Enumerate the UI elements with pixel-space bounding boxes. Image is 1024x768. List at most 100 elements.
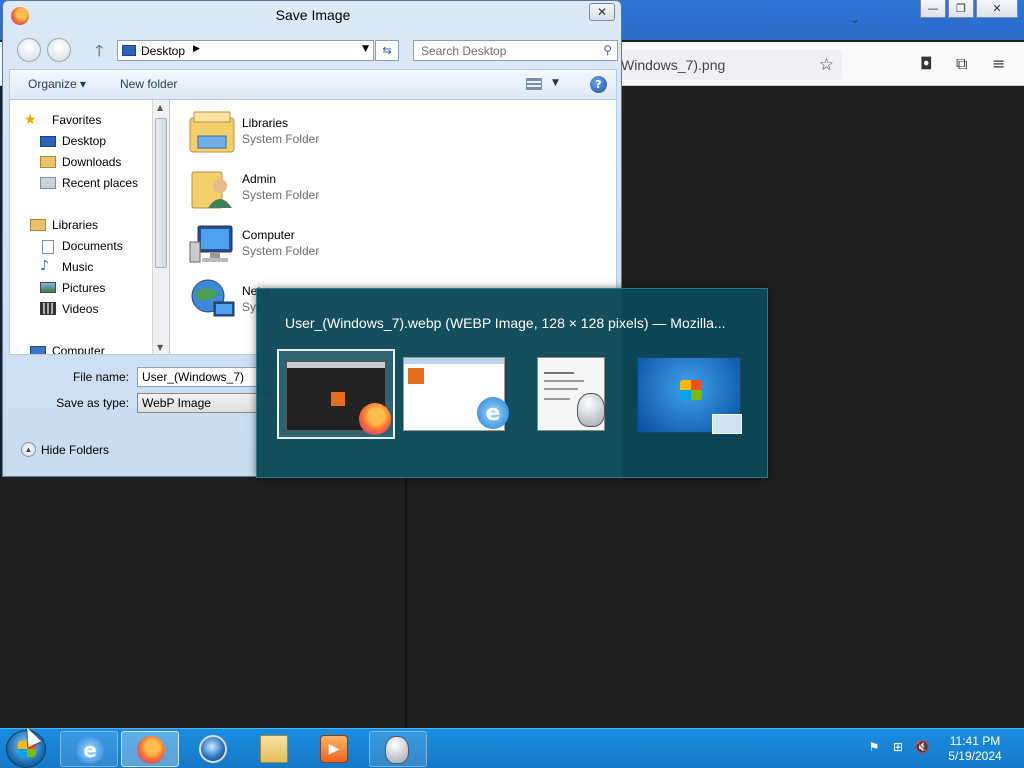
clock-date: 5/19/2024 [948, 749, 1002, 763]
thumbnail-window-title: User_(Windows_7).webp (WEBP Image, 128 ×… [285, 315, 726, 331]
action-center-flag-icon[interactable]: ⚑ [866, 739, 882, 755]
close-button[interactable]: ✕ [976, 0, 1018, 18]
file-type: System Folder [242, 132, 320, 146]
nav-scrollbar[interactable]: ▲ ▼ [152, 100, 169, 354]
scroll-down-icon[interactable]: ▼ [157, 343, 163, 352]
view-options-icon[interactable] [526, 78, 542, 90]
network-icon[interactable]: ⊞ [890, 739, 906, 755]
taskbar-file-explorer[interactable] [245, 731, 303, 767]
maximize-button[interactable]: ❐ [948, 0, 974, 18]
file-item-libraries[interactable]: Libraries System Folder [188, 108, 408, 158]
navigation-pane: ★ Favorites Desktop Downloads Recent pla… [9, 99, 169, 355]
pictures-icon [40, 282, 56, 293]
save-as-type-label: Save as type: [56, 396, 129, 410]
music-icon: ♪ [40, 258, 49, 274]
firefox-icon [137, 736, 165, 764]
minimize-button[interactable]: — [920, 0, 946, 18]
nav-item-pictures[interactable]: Pictures [62, 281, 105, 295]
nav-item-recent-places[interactable]: Recent places [62, 176, 138, 190]
file-item-admin[interactable]: Admin System Folder [188, 164, 408, 214]
file-type: System Folder [242, 188, 320, 202]
scroll-thumb[interactable] [155, 118, 167, 268]
system-tray: ⚑ ⊞ 🔇 [866, 739, 930, 755]
nav-item-desktop[interactable]: Desktop [62, 134, 106, 148]
address-text: Desktop [141, 44, 186, 58]
network-icon [188, 276, 236, 324]
file-name: Computer [242, 228, 295, 242]
breadcrumb-arrow-icon[interactable]: ▶ [193, 44, 200, 54]
recent-places-icon [40, 177, 56, 189]
tab-list-chevron-icon[interactable]: ⌄ [850, 12, 860, 26]
taskbar-thumbnail-popup: User_(Windows_7).webp (WEBP Image, 128 ×… [256, 288, 768, 478]
file-type: System Folder [242, 244, 320, 258]
libraries-icon [30, 219, 46, 231]
mouse-icon [385, 736, 409, 764]
scroll-up-icon[interactable]: ▲ [157, 103, 163, 112]
nav-item-music[interactable]: Music [62, 260, 93, 274]
firefox-window-controls: — ❐ ✕ [920, 0, 1018, 20]
taskbar-media-player[interactable]: ▶ [305, 731, 363, 767]
search-icon[interactable]: ⚲ [603, 43, 612, 57]
file-name: Libraries [242, 116, 289, 130]
url-bar[interactable]: Windows_7).png ☆ [605, 50, 842, 80]
address-row: 🡑 Desktop ▶ ▼ ⇆ Search Desktop ⚲ [3, 35, 623, 65]
taskbar-mouse-app[interactable] [369, 731, 427, 767]
taskbar-firefox[interactable] [121, 731, 179, 767]
forward-button[interactable] [47, 38, 71, 62]
firefox-icon [359, 403, 391, 435]
help-icon[interactable]: ? [590, 76, 607, 93]
nav-item-videos[interactable]: Videos [62, 302, 98, 316]
documents-icon [42, 240, 54, 254]
file-name-label: File name: [72, 370, 129, 384]
volume-muted-icon[interactable]: 🔇 [914, 739, 930, 755]
clock-time: 11:41 PM [949, 734, 1001, 748]
file-name: Admin [242, 172, 277, 186]
taskbar-globe-browser[interactable] [184, 731, 242, 767]
thumbnail-ie-window[interactable]: e [403, 349, 509, 439]
desktop-preview [637, 357, 742, 434]
view-dropdown-icon[interactable]: ▼ [552, 78, 559, 88]
thumbnail-firefox-window[interactable] [277, 349, 395, 439]
nav-item-computer[interactable]: Computer [52, 344, 105, 354]
back-button[interactable] [17, 38, 41, 62]
organize-button[interactable]: Organize ▾ [28, 77, 86, 91]
dialog-title: Save Image [275, 7, 351, 23]
system-clock[interactable]: 11:41 PM 5/19/2024 [940, 734, 1010, 764]
refresh-button[interactable]: ⇆ [375, 40, 399, 61]
extensions-icon[interactable]: ⧉ [956, 54, 967, 74]
internet-explorer-icon: e [76, 736, 104, 764]
downloads-icon [40, 156, 56, 168]
menu-icon[interactable]: ≡ [992, 54, 1005, 73]
libraries-folder-icon [188, 108, 236, 156]
internet-explorer-icon: e [477, 397, 509, 429]
desktop-icon [40, 136, 56, 147]
star-icon[interactable]: ☆ [819, 55, 834, 75]
dialog-toolbar: Organize ▾ New folder ▼ ? [9, 69, 617, 99]
play-icon: ▶ [320, 735, 348, 763]
folder-icon [260, 735, 288, 763]
computer-icon [30, 346, 46, 354]
taskbar: e ▶ ⚑ ⊞ 🔇 11:41 PM 5/19/2024 [0, 728, 1024, 768]
new-folder-button[interactable]: New folder [120, 77, 177, 91]
up-arrow-icon[interactable]: 🡑 [95, 40, 103, 67]
nav-item-favorites[interactable]: Favorites [52, 113, 101, 127]
hide-folders-label: Hide Folders [41, 443, 110, 457]
computer-icon [188, 220, 236, 268]
user-folder-icon [188, 164, 236, 212]
address-dropdown-icon[interactable]: ▼ [362, 44, 369, 54]
globe-browser-icon [199, 735, 227, 763]
nav-item-libraries[interactable]: Libraries [52, 218, 98, 232]
search-input[interactable]: Search Desktop ⚲ [413, 40, 618, 61]
nav-item-downloads[interactable]: Downloads [62, 155, 121, 169]
taskbar-internet-explorer[interactable]: e [60, 731, 118, 767]
pocket-icon[interactable]: ◘ [920, 54, 933, 73]
thumbnail-desktop-window[interactable] [637, 349, 743, 439]
address-bar[interactable]: Desktop ▶ ▼ [117, 40, 374, 61]
videos-icon [40, 302, 56, 315]
mouse-icon [577, 393, 605, 427]
file-item-computer[interactable]: Computer System Folder [188, 220, 408, 270]
thumbnail-document-window[interactable] [537, 349, 607, 439]
dialog-close-button[interactable]: ✕ [589, 3, 615, 21]
search-placeholder: Search Desktop [421, 44, 507, 58]
nav-item-documents[interactable]: Documents [62, 239, 123, 253]
